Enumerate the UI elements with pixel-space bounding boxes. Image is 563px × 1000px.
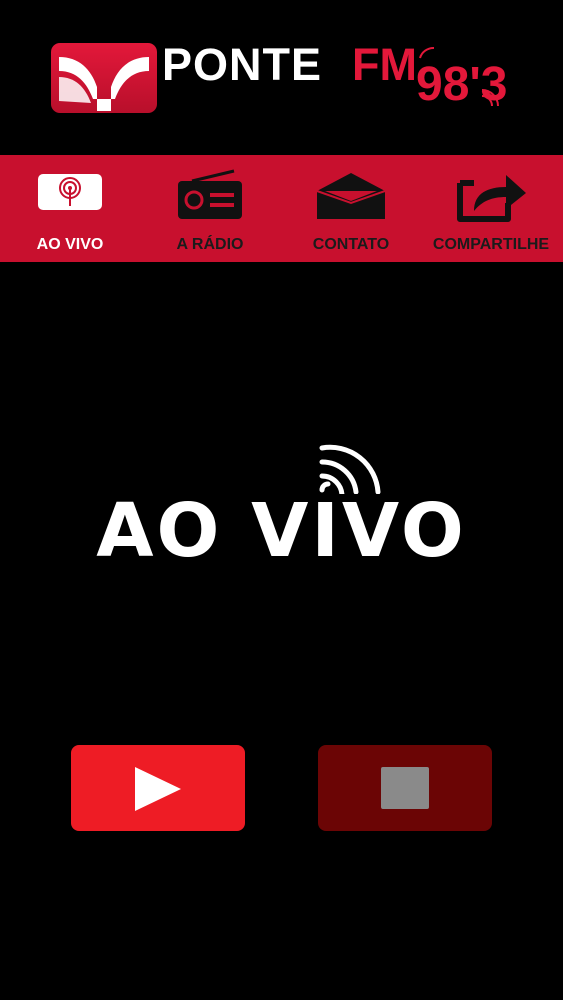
play-button[interactable] <box>71 745 245 831</box>
frequency-text: 98'3 <box>416 58 508 111</box>
nav-item-compartilhe[interactable]: COMPARTILHE <box>425 155 557 262</box>
nav-label-contato: CONTATO <box>312 236 390 253</box>
stop-button[interactable] <box>318 745 492 831</box>
brand-name-fm: FM <box>352 39 417 90</box>
nav-label-compartilhe: COMPARTILHE <box>432 236 550 253</box>
stop-icon <box>381 767 429 809</box>
radio-icon <box>178 169 242 219</box>
brand-frequency-logo: 98'3 <box>410 38 520 123</box>
ponte-logo-icon <box>51 43 157 113</box>
play-icon <box>135 767 181 811</box>
live-heading: AO VIVO <box>96 488 467 574</box>
live-broadcast-icon <box>38 174 102 210</box>
brand-name-ponte: PONTE <box>162 39 323 90</box>
signal-waves-icon <box>319 444 381 494</box>
envelope-icon <box>316 173 386 219</box>
share-icon <box>457 175 526 222</box>
nav-item-a-radio[interactable]: A RÁDIO <box>170 155 250 262</box>
main-nav-bar: AO VIVO A RÁDIO CONTATO COMPARTILHE <box>0 155 563 262</box>
nav-label-ao-vivo: AO VIVO <box>36 236 104 253</box>
nav-label-a-radio: A RÁDIO <box>176 236 244 253</box>
nav-item-ao-vivo[interactable]: AO VIVO <box>30 155 110 262</box>
nav-item-contato[interactable]: CONTATO <box>306 155 396 262</box>
